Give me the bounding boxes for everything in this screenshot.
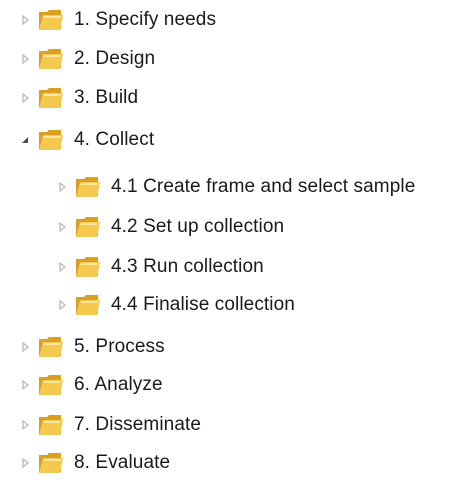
tree-item-label: 4.3 Run collection bbox=[111, 256, 264, 277]
tree-item-label: 8. Evaluate bbox=[74, 452, 171, 473]
expand-arrow-icon[interactable] bbox=[20, 380, 30, 390]
expand-arrow-icon[interactable] bbox=[57, 182, 67, 192]
tree-item-label: 4.1 Create frame and select sample bbox=[111, 176, 416, 197]
folder-icon bbox=[75, 175, 101, 199]
tree-item-label: 7. Disseminate bbox=[74, 414, 202, 435]
tree-item-label: 3. Build bbox=[74, 87, 139, 108]
tree-item-label: 4.2 Set up collection bbox=[111, 216, 285, 237]
tree-item-8-evaluate[interactable]: 8. Evaluate bbox=[20, 447, 170, 479]
folder-icon bbox=[38, 451, 64, 475]
tree-item-4-2-set-up-collection[interactable]: 4.2 Set up collection bbox=[57, 211, 284, 243]
tree-item-3-build[interactable]: 3. Build bbox=[20, 82, 138, 114]
expand-arrow-icon[interactable] bbox=[57, 222, 67, 232]
tree-item-4-3-run-collection[interactable]: 4.3 Run collection bbox=[57, 251, 264, 283]
folder-icon bbox=[38, 86, 64, 110]
tree-item-label: 6. Analyze bbox=[74, 374, 163, 395]
expand-arrow-icon[interactable] bbox=[20, 458, 30, 468]
folder-icon bbox=[75, 255, 101, 279]
folder-icon bbox=[75, 215, 101, 239]
folder-icon bbox=[38, 8, 64, 32]
tree-item-4-collect[interactable]: 4. Collect bbox=[20, 124, 154, 156]
collapse-arrow-icon[interactable] bbox=[20, 135, 30, 145]
expand-arrow-icon[interactable] bbox=[20, 93, 30, 103]
folder-icon bbox=[75, 293, 101, 317]
tree-item-label: 4.4 Finalise collection bbox=[111, 294, 295, 315]
tree-item-label: 5. Process bbox=[74, 336, 165, 357]
expand-arrow-icon[interactable] bbox=[57, 262, 67, 272]
folder-icon bbox=[38, 373, 64, 397]
folder-icon bbox=[38, 335, 64, 359]
expand-arrow-icon[interactable] bbox=[20, 15, 30, 25]
expand-arrow-icon[interactable] bbox=[57, 300, 67, 310]
tree-item-5-process[interactable]: 5. Process bbox=[20, 331, 165, 363]
tree-item-4-4-finalise-collection[interactable]: 4.4 Finalise collection bbox=[57, 289, 295, 321]
folder-icon bbox=[38, 413, 64, 437]
tree-item-1-specify-needs[interactable]: 1. Specify needs bbox=[20, 4, 216, 36]
folder-icon bbox=[38, 128, 64, 152]
expand-arrow-icon[interactable] bbox=[20, 420, 30, 430]
expand-arrow-icon[interactable] bbox=[20, 342, 30, 352]
tree-item-label: 4. Collect bbox=[74, 129, 155, 150]
tree-item-label: 2. Design bbox=[74, 48, 156, 69]
tree-item-4-1-create-frame[interactable]: 4.1 Create frame and select sample bbox=[57, 171, 415, 203]
tree-item-7-disseminate[interactable]: 7. Disseminate bbox=[20, 409, 201, 441]
tree-item-label: 1. Specify needs bbox=[74, 9, 217, 30]
folder-tree: 1. Specify needs 2. Design 3. Build 4. C… bbox=[0, 0, 475, 479]
tree-item-6-analyze[interactable]: 6. Analyze bbox=[20, 369, 163, 401]
expand-arrow-icon[interactable] bbox=[20, 54, 30, 64]
tree-item-2-design[interactable]: 2. Design bbox=[20, 43, 155, 75]
folder-icon bbox=[38, 47, 64, 71]
